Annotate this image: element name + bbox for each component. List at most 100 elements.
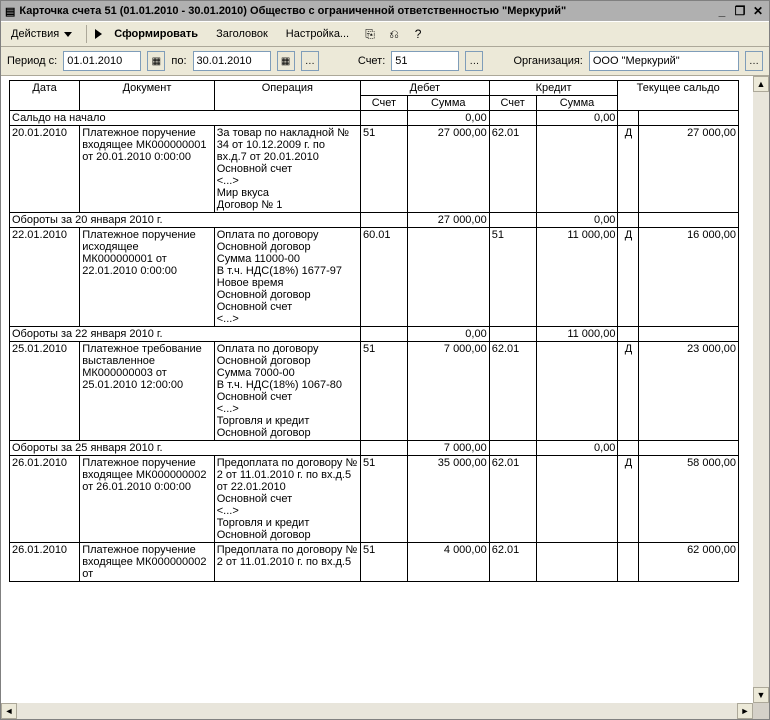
tool-icon-1[interactable]: ⎘ (361, 25, 379, 43)
actions-label: Действия (11, 28, 59, 40)
settings-button[interactable]: Настройка... (280, 26, 355, 42)
cell-document: Платежное поручение входящее МК000000001… (80, 126, 215, 213)
scroll-up-button[interactable]: ▲ (753, 76, 769, 92)
maximize-button[interactable]: ❐ (733, 4, 747, 18)
cell (489, 441, 536, 456)
date-to-input[interactable] (193, 51, 271, 71)
cell (618, 441, 639, 456)
account-more-button[interactable]: … (465, 51, 483, 71)
cell-bal-flag: Д (618, 456, 639, 543)
play-icon (95, 29, 102, 39)
cell-bal-flag: Д (618, 126, 639, 213)
chevron-down-icon (64, 32, 72, 37)
cell-document: Платежное поручение входящее МК000000002… (80, 456, 215, 543)
col-credit-sum: Сумма (536, 96, 618, 111)
table-row[interactable]: 26.01.2010Платежное поручение входящее М… (10, 543, 739, 582)
table-head: Дата Документ Операция Дебет Кредит Теку… (10, 81, 739, 111)
cell-date: 25.01.2010 (10, 342, 80, 441)
close-button[interactable]: ✕ (751, 4, 765, 18)
org-more-button[interactable]: … (745, 51, 763, 71)
col-debit: Дебет (361, 81, 490, 96)
credit-sum: 0,00 (536, 213, 618, 228)
cell-credit-acc: 62.01 (489, 543, 536, 582)
cell (618, 111, 639, 126)
scroll-port: Дата Документ Операция Дебет Кредит Теку… (1, 76, 753, 703)
cell (639, 213, 739, 228)
org-input[interactable] (589, 51, 739, 71)
cell-credit-acc: 62.01 (489, 126, 536, 213)
cell-operation: Оплата по договору Основной договорСумма… (214, 342, 360, 441)
cell (639, 111, 739, 126)
summary-label: Обороты за 22 января 2010 г. (10, 327, 361, 342)
cell (361, 213, 408, 228)
cell-operation: За товар по накладной № 34 от 10.12.2009… (214, 126, 360, 213)
cell-bal-flag (618, 543, 639, 582)
header-button[interactable]: Заголовок (210, 26, 274, 42)
h-track[interactable] (17, 703, 737, 719)
org-label: Организация: (513, 55, 582, 67)
scroll-down-button[interactable]: ▼ (753, 687, 769, 703)
form-button[interactable]: Сформировать (108, 26, 204, 42)
cell-credit-acc: 62.01 (489, 456, 536, 543)
account-input[interactable] (391, 51, 459, 71)
table-row[interactable]: Обороты за 20 января 2010 г.27 000,000,0… (10, 213, 739, 228)
cell-debit-acc: 51 (361, 126, 408, 213)
table-row[interactable]: 26.01.2010Платежное поручение входящее М… (10, 456, 739, 543)
debit-sum: 0,00 (407, 327, 489, 342)
table-row[interactable]: 25.01.2010Платежное требование выставлен… (10, 342, 739, 441)
app-icon: ▤ (5, 5, 15, 18)
scroll-left-button[interactable]: ◄ (1, 703, 17, 719)
cell-credit-acc: 51 (489, 228, 536, 327)
help-button[interactable]: ? (409, 25, 427, 43)
col-credit: Кредит (489, 81, 618, 96)
cell-credit-sum: 11 000,00 (536, 228, 618, 327)
credit-sum: 0,00 (536, 111, 618, 126)
cell-bal-flag: Д (618, 342, 639, 441)
cell (361, 111, 408, 126)
cell-balance: 16 000,00 (639, 228, 739, 327)
cell-credit-acc: 62.01 (489, 342, 536, 441)
table-row[interactable]: Обороты за 22 января 2010 г.0,0011 000,0… (10, 327, 739, 342)
cell-debit-sum: 7 000,00 (407, 342, 489, 441)
cell-date: 20.01.2010 (10, 126, 80, 213)
vertical-scrollbar[interactable]: ▲ ▼ (753, 76, 769, 703)
filter-bar: Период с: ▦ по: ▦ … Счет: … Организация:… (1, 47, 769, 76)
cell-credit-sum (536, 456, 618, 543)
period-label: Период с: (7, 55, 57, 67)
titlebar: ▤ Карточка счета 51 (01.01.2010 - 30.01.… (1, 1, 769, 21)
tool-icon-2[interactable]: ⎌ (385, 25, 403, 43)
cell (618, 213, 639, 228)
summary-label: Обороты за 20 января 2010 г. (10, 213, 361, 228)
client-area: Дата Документ Операция Дебет Кредит Теку… (1, 76, 769, 719)
cell-debit-sum (407, 228, 489, 327)
cell-credit-sum (536, 543, 618, 582)
table-row[interactable]: Сальдо на начало0,000,00 (10, 111, 739, 126)
cell-debit-sum: 35 000,00 (407, 456, 489, 543)
calendar-from-icon[interactable]: ▦ (147, 51, 165, 71)
table-row[interactable]: Обороты за 25 января 2010 г.7 000,000,00 (10, 441, 739, 456)
debit-sum: 0,00 (407, 111, 489, 126)
calendar-to-icon[interactable]: ▦ (277, 51, 295, 71)
cell-debit-acc: 51 (361, 342, 408, 441)
period-more-button[interactable]: … (301, 51, 319, 71)
scroll-right-button[interactable]: ► (737, 703, 753, 719)
cell-document: Платежное поручение входящее МК000000002… (80, 543, 215, 582)
table-row[interactable]: 20.01.2010Платежное поручение входящее М… (10, 126, 739, 213)
actions-menu[interactable]: Действия (5, 26, 78, 42)
debit-sum: 7 000,00 (407, 441, 489, 456)
cell (639, 327, 739, 342)
horizontal-scrollbar[interactable]: ◄ ► (1, 703, 753, 719)
cell-document: Платежное требование выставленное МК0000… (80, 342, 215, 441)
cell-date: 26.01.2010 (10, 456, 80, 543)
cell-balance: 27 000,00 (639, 126, 739, 213)
table-row[interactable]: 22.01.2010Платежное поручение исходящее … (10, 228, 739, 327)
toolbar-sep (86, 25, 87, 43)
v-track[interactable] (753, 92, 769, 687)
col-document: Документ (80, 81, 215, 111)
cell-credit-sum (536, 126, 618, 213)
minimize-button[interactable]: _ (715, 4, 729, 18)
date-from-input[interactable] (63, 51, 141, 71)
report-table: Дата Документ Операция Дебет Кредит Теку… (9, 80, 739, 582)
cell-credit-sum (536, 342, 618, 441)
cell (361, 441, 408, 456)
